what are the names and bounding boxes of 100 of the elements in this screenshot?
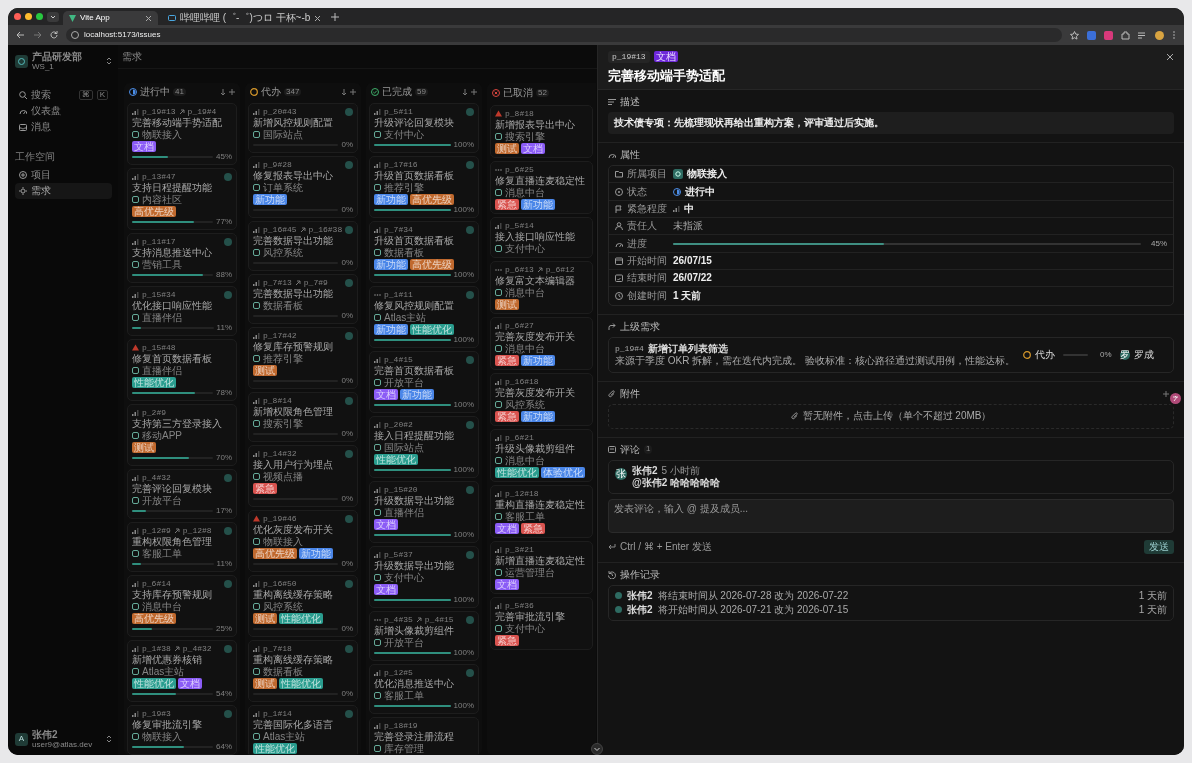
issue-card[interactable]: p_12#9 p_12#8 重构权限角色管理 客服工单 11% bbox=[127, 522, 237, 572]
property-value[interactable]: 26/07/15 bbox=[673, 254, 712, 267]
issue-card[interactable]: p_1#11 修复风控规则配置 Atlas主站 新功能 性能优化 100% bbox=[369, 286, 479, 348]
add-icon[interactable] bbox=[471, 89, 477, 95]
issue-card[interactable]: p_18#19 完善登录注册流程 库存管理 bbox=[369, 717, 479, 755]
tag: 测试 bbox=[253, 613, 277, 624]
property-value[interactable]: 中 bbox=[684, 202, 694, 215]
project-icon bbox=[253, 249, 260, 256]
close-icon[interactable] bbox=[145, 14, 152, 22]
issue-card[interactable]: p_5#11 升级评论回复模块 支付中心 100% bbox=[369, 103, 479, 153]
issue-card[interactable]: p_6#13 p_6#12 修复富文本编辑器 消息中台 测试 bbox=[490, 261, 593, 314]
nav-item[interactable]: 仪表盘 bbox=[15, 103, 112, 119]
issue-card[interactable]: p_6#14 支持库存预警规则 消息中台 高优先级 25% bbox=[127, 575, 237, 637]
issue-card[interactable]: p_16#50 重构离线缓存策略 风控系统 测试 性能优化 0% bbox=[248, 575, 358, 637]
issue-card[interactable]: p_15#34 优化接口响应性能 直播伴侣 11% bbox=[127, 286, 237, 336]
issue-card[interactable]: p_7#18 重构离线缓存策略 数据看板 测试 性能优化 0% bbox=[248, 640, 358, 702]
add-icon[interactable] bbox=[1163, 390, 1169, 397]
issue-card[interactable]: p_20#43 新增风控规则配置 国际站点 0% bbox=[248, 103, 358, 153]
issue-card[interactable]: p_19#3 修复审批流引擎 物联接入 64% bbox=[127, 705, 237, 755]
column-title: 已完成 bbox=[382, 86, 412, 98]
send-button[interactable]: 发送 bbox=[1144, 539, 1174, 554]
issue-card[interactable]: p_7#13 p_7#9 完善数据导出功能 数据看板 0% bbox=[248, 274, 358, 324]
tag: 紧急 bbox=[495, 199, 519, 210]
close-icon[interactable] bbox=[1166, 52, 1174, 61]
back-icon[interactable] bbox=[16, 31, 25, 39]
issue-id: p_8#18 bbox=[505, 108, 534, 119]
sort-icon[interactable] bbox=[463, 88, 468, 96]
media-list-icon[interactable] bbox=[1138, 30, 1147, 40]
issue-card[interactable]: p_8#18 新增报表导出中心 搜索引擎 测试 文档 bbox=[490, 105, 593, 158]
add-icon[interactable] bbox=[229, 89, 235, 95]
chevron-updown-icon[interactable] bbox=[106, 735, 112, 743]
issue-card[interactable]: p_5#37 升级数据导出功能 支付中心 文档 100% bbox=[369, 546, 479, 608]
issue-card[interactable]: p_4#15 完善首页数据看板 开放平台 文档 新功能 100% bbox=[369, 351, 479, 413]
nav-item[interactable]: 需求 bbox=[15, 183, 112, 199]
add-icon[interactable] bbox=[350, 89, 356, 95]
issue-card[interactable]: p_19#13 p_19#4 完善移动端手势适配 物联接入 文档 45% bbox=[127, 103, 237, 165]
tag: 新功能 bbox=[374, 324, 408, 335]
issue-card[interactable]: p_17#42 修复库存预警规则 推荐引擎 测试 0% bbox=[248, 327, 358, 389]
project-name: 物联接入 bbox=[142, 129, 182, 140]
issue-card[interactable]: p_13#47 支持日程提醒功能 内容社区 高优先级 77% bbox=[127, 168, 237, 230]
issue-card[interactable]: p_6#27 完善灰度发布开关 消息中台 紧急 新功能 bbox=[490, 317, 593, 370]
reload-icon[interactable] bbox=[50, 31, 58, 39]
issue-card[interactable]: p_20#2 接入日程提醒功能 国际站点 性能优化 100% bbox=[369, 416, 479, 478]
property-value[interactable]: 进行中 bbox=[685, 185, 715, 198]
browser-tab[interactable]: 哔哩哔哩 (゜-゜)つロ 干杯~-b bbox=[162, 11, 328, 25]
scroll-down-icon[interactable] bbox=[591, 743, 603, 755]
issue-card[interactable]: p_4#35 p_4#15 新增头像裁剪组件 开放平台 100% bbox=[369, 611, 479, 661]
description-text: 技术债专项：先梳理现状再给出重构方案，评审通过后实施。 bbox=[608, 112, 1174, 135]
nav-item[interactable]: 项目 bbox=[15, 167, 112, 183]
issue-card[interactable]: p_19#46 优化灰度发布开关 物联接入 高优先级 新功能 0% bbox=[248, 510, 358, 572]
issue-card[interactable]: p_4#32 完善评论回复模块 开放平台 17% bbox=[127, 469, 237, 519]
issue-card[interactable]: p_7#34 升级首页数据看板 数据看板 新功能 高优先级 100% bbox=[369, 221, 479, 283]
address-bar[interactable]: localhost:5173/issues bbox=[66, 28, 1062, 42]
upload-area[interactable]: 暂无附件，点击上传（单个不超过 20MB） bbox=[608, 403, 1174, 429]
issue-card[interactable]: p_11#17 支持消息推送中心 营销工具 88% bbox=[127, 233, 237, 283]
browser-tab[interactable]: Vite App bbox=[63, 11, 158, 25]
sort-icon[interactable] bbox=[342, 88, 347, 96]
chevron-updown-icon[interactable] bbox=[106, 57, 112, 65]
issue-title: 接入日程提醒功能 bbox=[374, 430, 455, 441]
comment-input[interactable]: 发表评论，输入 @ 提及成员... bbox=[608, 498, 1174, 533]
issue-card[interactable]: p_5#36 完善审批流引擎 支付中心 紧急 bbox=[490, 597, 593, 650]
workspace-name[interactable]: 产品研发部 bbox=[32, 51, 82, 63]
bookmark-star-icon[interactable] bbox=[1070, 30, 1079, 40]
project-icon bbox=[495, 289, 502, 296]
issue-card[interactable]: p_1#38 p_4#32 新增优惠券核销 Atlas主站 性能优化 文档 54% bbox=[127, 640, 237, 702]
new-tab-icon[interactable] bbox=[331, 12, 340, 21]
project-name: 物联接入 bbox=[263, 536, 303, 547]
issue-card[interactable]: p_14#32 接入用户行为埋点 视频点播 紧急 0% bbox=[248, 445, 358, 507]
nav-item[interactable]: 消息 bbox=[15, 119, 112, 135]
property-value[interactable]: 未指派 bbox=[673, 220, 703, 233]
issue-title: 完善首页数据看板 bbox=[374, 365, 455, 376]
issue-card[interactable]: p_12#5 优化消息推送中心 客服工单 100% bbox=[369, 664, 479, 714]
issue-card[interactable]: p_9#28 修复报表导出中心 订单系统 新功能 0% bbox=[248, 156, 358, 218]
search-button[interactable]: 搜索 ⌘ K bbox=[15, 87, 112, 103]
forward-icon[interactable] bbox=[33, 31, 42, 39]
sort-icon[interactable] bbox=[221, 88, 226, 96]
issue-title: 修复报表导出中心 bbox=[253, 170, 334, 181]
profile-avatar-icon[interactable] bbox=[1155, 30, 1164, 40]
issue-card[interactable]: p_2#9 支持第三方登录接入 移动APP 测试 70% bbox=[127, 404, 237, 466]
issue-card[interactable]: p_6#25 修复直播连麦稳定性 消息中台 紧急 新功能 bbox=[490, 161, 593, 214]
user-name[interactable]: 张伟2 bbox=[32, 729, 93, 741]
issue-card[interactable]: p_15#20 升级数据导出功能 直播伴侣 文档 100% bbox=[369, 481, 479, 543]
property-value[interactable]: 物联接入 bbox=[687, 168, 727, 181]
issue-card[interactable]: p_17#16 升级首页数据看板 推荐引擎 新功能 高优先级 100% bbox=[369, 156, 479, 218]
issue-card[interactable]: p_6#21 升级头像裁剪组件 消息中台 性能优化 体验优化 bbox=[490, 429, 593, 482]
issue-card[interactable]: p_8#14 新增权限角色管理 搜索引擎 0% bbox=[248, 392, 358, 442]
issue-card[interactable]: p_1#14 完善国际化多语言 Atlas主站 性能优化 bbox=[248, 705, 358, 755]
issue-card[interactable]: p_16#45 p_16#38 完善数据导出功能 风控系统 0% bbox=[248, 221, 358, 271]
property-value[interactable]: 26/07/22 bbox=[673, 272, 712, 285]
issue-card[interactable]: p_12#18 重构直播连麦稳定性 客服工单 文档 紧急 bbox=[490, 485, 593, 538]
issue-card[interactable]: p_5#14 接入接口响应性能 支付中心 bbox=[490, 217, 593, 258]
close-icon[interactable] bbox=[314, 14, 322, 22]
tab-list-icon[interactable] bbox=[47, 11, 59, 22]
issue-card[interactable]: p_3#21 新增直播连麦稳定性 运营管理台 文档 bbox=[490, 541, 593, 594]
tag: 测试 bbox=[253, 365, 277, 376]
issue-card[interactable]: p_15#48 修复首页数据看板 直播伴侣 性能优化 78% bbox=[127, 339, 237, 401]
parent-issue-card[interactable]: p_19#4 新增订单列表筛选 来源于季度 OKR 拆解，需在迭代内完成。 验收标准：核心路径通过测试用例，性能达标。 代办 0% 罗 罗成 bbox=[608, 336, 1174, 373]
tag: 紧急 bbox=[495, 355, 519, 366]
issue-card[interactable]: p_16#18 完善灰度发布开关 风控系统 紧急 新功能 bbox=[490, 373, 593, 426]
site-info-icon[interactable] bbox=[71, 31, 79, 39]
